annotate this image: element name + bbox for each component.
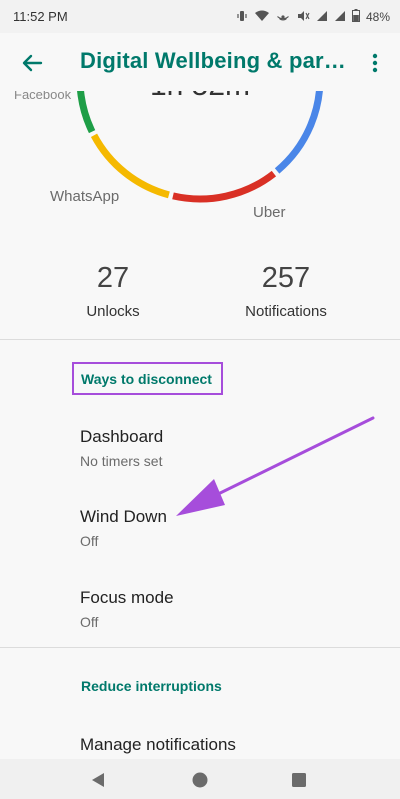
divider [0, 647, 400, 648]
donut-segment-red [172, 170, 277, 203]
notifications-label: Notifications [245, 303, 327, 320]
donut-segment-yellow [90, 133, 170, 199]
status-time: 11:52 PM [13, 9, 68, 24]
hotspot-icon [276, 10, 290, 24]
chart-label-uber: Uber [253, 204, 286, 221]
item-title: Focus mode [80, 588, 174, 607]
mute-icon [296, 10, 310, 24]
stat-unlocks: 27 Unlocks [48, 262, 178, 320]
annotation-highlight-box [72, 362, 223, 395]
unlocks-count: 27 [96, 262, 130, 294]
battery-icon [351, 9, 360, 24]
chart-label-whatsapp: WhatsApp [50, 188, 120, 205]
status-icons: 48% [236, 9, 390, 24]
more-options-button[interactable] [360, 45, 390, 81]
wifi-icon [254, 10, 270, 24]
nav-recents-button[interactable] [286, 767, 312, 793]
list-item-manage-notifications[interactable]: Manage notifications [80, 735, 380, 759]
donut-segment-green [77, 91, 96, 134]
item-subtitle: Off [80, 614, 99, 630]
donut-segment-blue [274, 91, 323, 174]
unlocks-label: Unlocks [86, 303, 140, 320]
divider [0, 339, 400, 340]
stat-notifications: 257 Notifications [221, 262, 351, 320]
page-title: Digital Wellbeing & parental controls [80, 48, 348, 73]
square-recents-icon [292, 773, 306, 787]
item-title: Wind Down [80, 507, 167, 526]
app-bar: Digital Wellbeing & parental controls [0, 33, 400, 91]
item-title: Manage notifications [80, 735, 236, 754]
back-button[interactable] [14, 45, 50, 81]
item-subtitle: No timers set [80, 453, 163, 469]
item-subtitle: Off [80, 533, 99, 549]
section-header-reduce-interruptions: Reduce interruptions [81, 678, 222, 694]
nav-back-button[interactable] [85, 767, 111, 793]
list-item-focus-mode[interactable]: Focus mode Off [80, 588, 380, 630]
item-title: Dashboard [80, 427, 164, 446]
more-vert-icon [372, 53, 378, 73]
usage-donut-chart[interactable]: 1h 52m Facebook WhatsApp Uber [0, 91, 400, 231]
donut-svg [77, 91, 323, 203]
triangle-back-icon [92, 773, 104, 787]
signal-icon [316, 10, 328, 24]
vibrate-icon [236, 10, 248, 24]
notifications-count: 257 [261, 262, 311, 294]
circle-home-icon [192, 772, 208, 788]
list-item-wind-down[interactable]: Wind Down Off [80, 507, 380, 549]
screen-time-total: 1h 52m [140, 91, 260, 103]
nav-home-button[interactable] [187, 767, 213, 793]
arrow-back-icon [22, 54, 43, 72]
list-item-dashboard[interactable]: Dashboard No timers set [80, 427, 380, 469]
system-nav-bar [0, 759, 400, 799]
battery-percent: 48% [365, 9, 390, 24]
chart-label-facebook: Facebook [14, 91, 72, 102]
signal-icon [334, 10, 346, 24]
stats-row: 27 Unlocks 257 Notifications [0, 262, 400, 332]
status-bar: 11:52 PM 48% [0, 0, 400, 33]
